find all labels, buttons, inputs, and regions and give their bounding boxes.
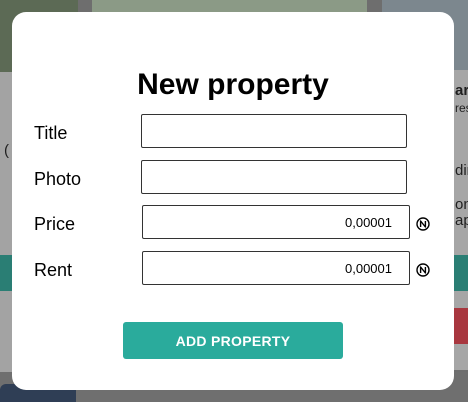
background-text: ( (4, 142, 9, 159)
near-coin-icon (416, 263, 430, 277)
background-text: ar (455, 82, 468, 99)
photo-label: Photo (34, 169, 82, 189)
rent-label: Rent (34, 260, 73, 280)
background-text: ont (455, 196, 468, 213)
price-input[interactable] (142, 205, 410, 239)
dialog-title: New property (137, 68, 329, 101)
background-text: res (455, 101, 468, 115)
photo-input[interactable] (141, 160, 407, 194)
background-text: din (455, 162, 468, 179)
price-label: Price (34, 214, 76, 234)
rent-input[interactable] (142, 251, 410, 285)
near-coin-icon (416, 217, 430, 231)
add-property-button[interactable]: ADD PROPERTY (123, 322, 343, 359)
background-button (452, 308, 468, 344)
title-input[interactable] (141, 114, 407, 148)
title-label: Title (34, 123, 68, 143)
background-text: ap (455, 212, 468, 229)
new-property-dialog: New property Title Photo Price Rent ADD … (12, 12, 454, 390)
